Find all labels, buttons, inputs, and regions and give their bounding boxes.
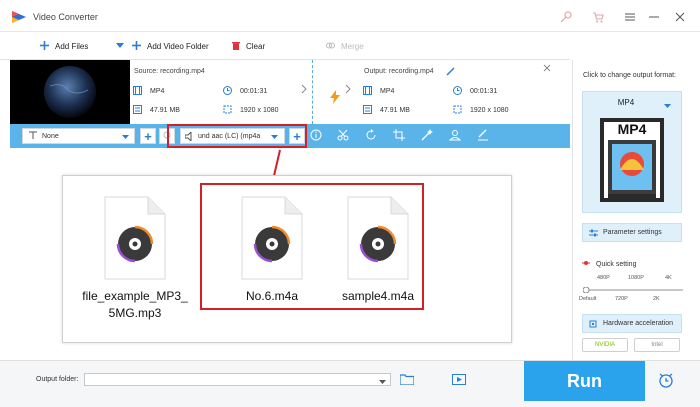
nvidia-badge[interactable]: NVIDIA [582,338,628,352]
mp4-format-icon: MP4 [600,118,664,202]
add-files-button[interactable]: Add Files [40,41,88,52]
effects-icon[interactable] [421,129,435,143]
text-icon [29,131,37,141]
file-name: file_example_MP3_5MG.mp3 [82,289,188,320]
plus-icon [40,41,49,52]
resolution-icon [223,105,232,116]
add-subtitle-button[interactable]: + [140,128,156,144]
bottom-bar: Output folder: Run [0,360,700,407]
tick-720p: 720P [615,296,628,302]
output-label: Output: recording.mp4 [364,68,434,75]
convert-arrow-icon [330,90,340,106]
m4a-files-highlight-box [200,183,424,310]
resolution-icon [453,105,462,116]
sliders-icon [589,229,598,239]
plus-icon [132,41,141,52]
chevron-down-icon [379,377,386,386]
parameter-settings-button[interactable]: Parameter settings [582,223,682,242]
remove-file-icon[interactable] [543,64,551,74]
crop-icon[interactable] [393,129,407,143]
chevron-right-icon [345,84,351,96]
rotate-icon[interactable] [365,129,379,143]
close-icon[interactable] [674,11,686,23]
clear-label: Clear [246,42,266,51]
source-format: MP4 [133,86,164,97]
hardware-acceleration-button[interactable]: Hardware acceleration [582,314,682,333]
quality-slider[interactable] [582,286,683,294]
subtitle-edit-icon[interactable] [477,129,491,143]
chip-icon [589,320,597,330]
scissors-icon[interactable] [337,129,351,143]
hardware-badges: NVIDIA Intel [582,338,682,354]
output-format-panel: Click to change output format: MP4 MP4 P… [572,60,694,360]
output-format-hint: Click to change output format: [583,72,676,79]
output-resolution: 1920 x 1080 [453,105,509,116]
source-size: 47.91 MB [133,105,180,116]
watermark-icon[interactable] [448,129,463,143]
tick-2k: 2K [653,296,660,302]
output-duration: 00:01:31 [453,86,497,97]
merge-label: Merge [341,42,364,51]
open-output-icon[interactable] [452,374,466,387]
tick-1080p: 1080P [628,275,644,281]
file-item-card: Source: recording.mp4 MP4 00:01:31 47.91… [10,60,570,124]
clock-icon [453,86,462,97]
tick-4k: 4K [665,275,672,281]
title-bar: Video Converter [0,0,700,32]
alarm-clock-icon[interactable] [658,372,674,390]
app-title: Video Converter [33,12,98,22]
tick-default: Default [579,296,597,302]
chevron-down-icon [664,101,671,110]
clear-button[interactable]: Clear [232,41,265,52]
app-logo-icon [12,11,26,25]
source-resolution: 1920 x 1080 [223,105,279,116]
film-icon [363,86,372,97]
chevron-down-icon [116,41,124,50]
quick-setting-label: Quick setting [582,259,636,269]
audio-highlight-box [167,124,307,148]
output-format-selector[interactable]: MP4 MP4 [582,91,682,213]
add-files-label: Add Files [55,42,89,51]
film-icon [133,86,142,97]
output-folder-label: Output folder: [36,376,79,383]
cart-icon[interactable] [592,11,604,23]
output-size: 47.91 MB [363,105,410,116]
add-video-folder-label: Add Video Folder [147,42,209,51]
clock-icon [223,86,232,97]
chevron-down-icon [122,134,129,141]
key-icon[interactable] [560,11,572,23]
video-thumbnail[interactable] [10,60,130,124]
tick-480p: 480P [597,275,610,281]
divider [312,60,313,124]
options-bar: None + und aac (LC) (mp4a + [10,124,570,148]
subtitle-select[interactable]: None [22,128,135,144]
file-size-icon [363,105,372,116]
intel-badge[interactable]: Intel [634,338,680,352]
mp4-art-label: MP4 [617,121,647,137]
edit-output-name-icon[interactable] [446,67,455,78]
menu-icon[interactable] [624,11,636,23]
folder-icon[interactable] [399,374,415,387]
source-label: Source: recording.mp4 [134,68,205,75]
source-duration: 00:01:31 [223,86,267,97]
main-toolbar: Add Files Add Video Folder Clear Merge [0,32,570,60]
merge-button[interactable]: Merge [326,41,364,52]
file-size-icon [133,105,142,116]
slider-icon [582,259,590,269]
trash-icon [232,41,240,52]
music-file-icon [104,196,166,280]
merge-icon [326,41,335,52]
output-format: MP4 [363,86,394,97]
info-icon[interactable] [310,129,324,143]
audio-files-overlay: file_example_MP3_5MG.mp3 No.6.m4a sample… [62,175,512,343]
output-folder-input[interactable] [84,373,391,386]
run-button[interactable]: Run [524,361,645,401]
output-format-name: MP4 [617,98,635,107]
add-video-folder-button[interactable]: Add Video Folder [132,41,209,52]
file-item-mp3[interactable]: file_example_MP3_5MG.mp3 [70,192,200,332]
minimize-icon[interactable] [648,11,660,23]
chevron-right-icon [301,84,307,96]
add-files-dropdown[interactable] [116,41,124,50]
